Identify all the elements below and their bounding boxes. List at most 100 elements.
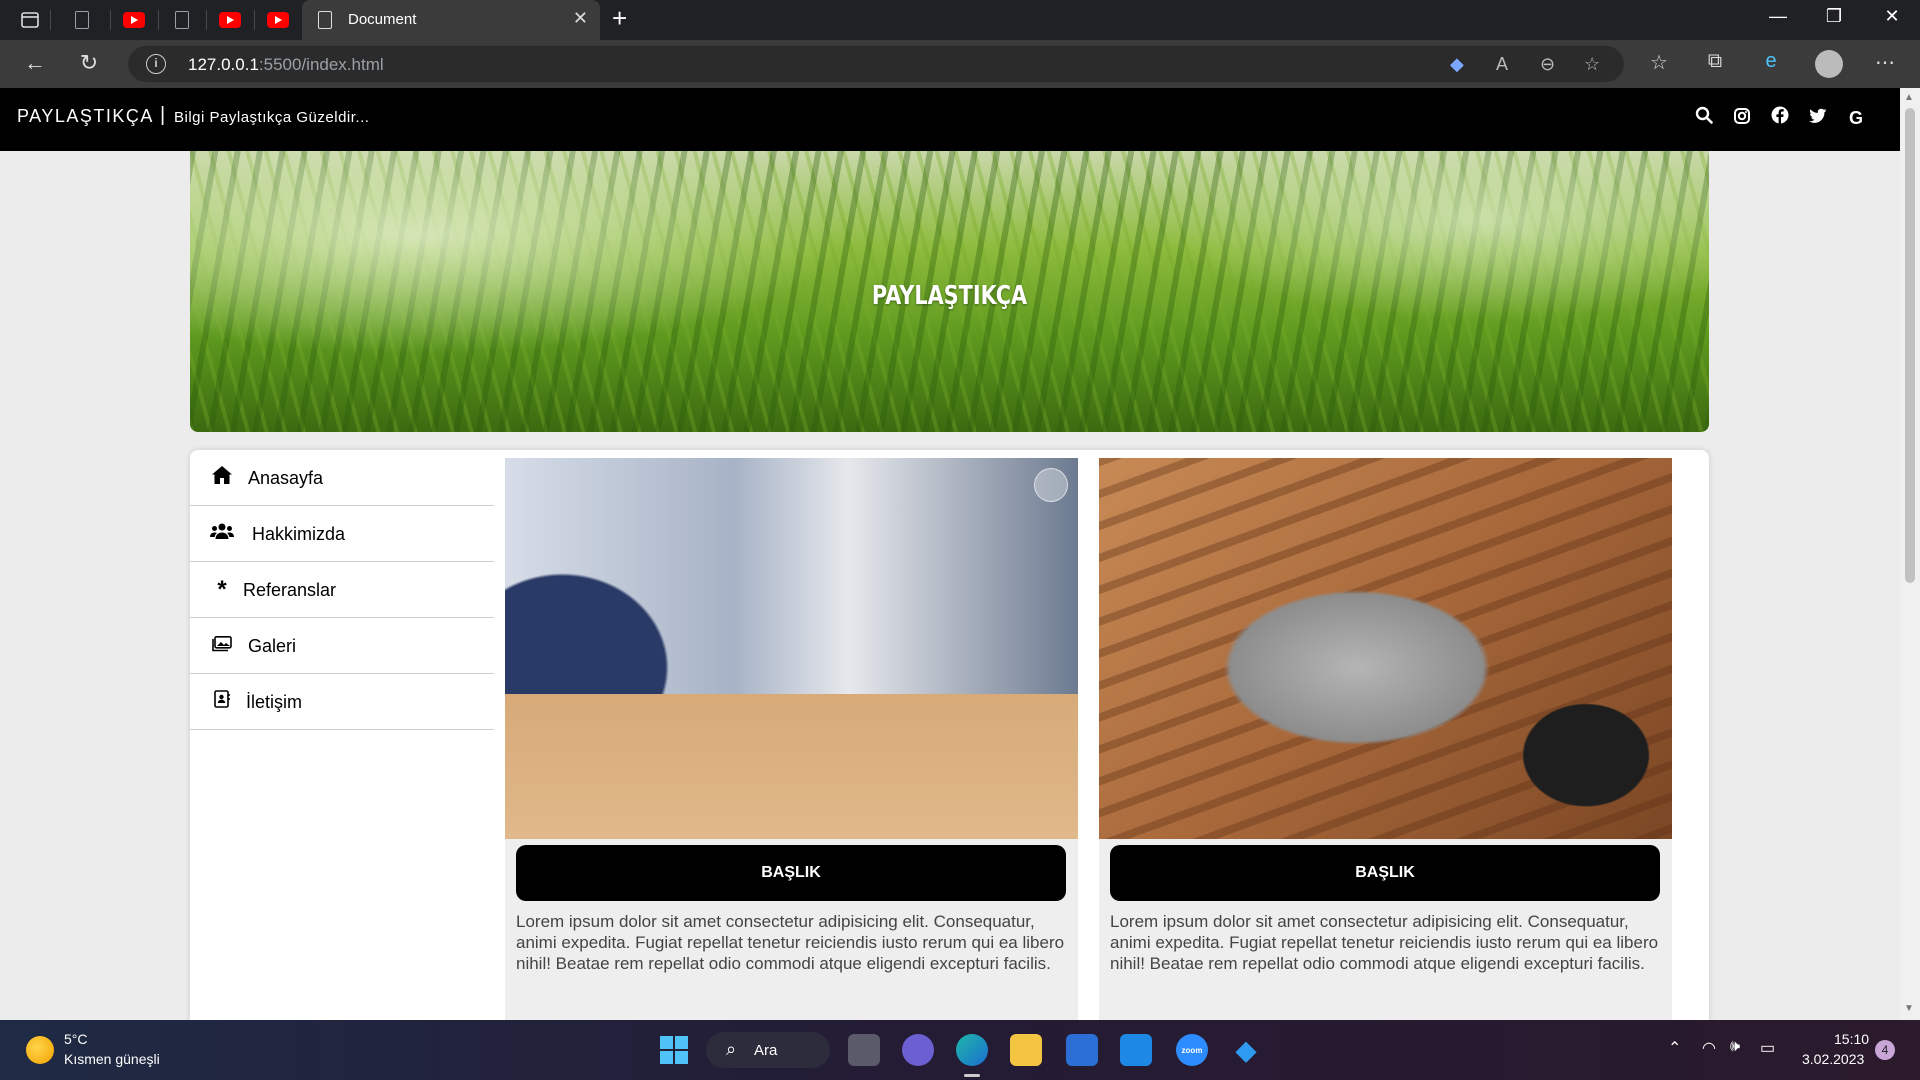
tab-separator (158, 10, 159, 30)
instagram-icon[interactable] (1730, 106, 1754, 130)
shopping-tag-icon[interactable]: ◆ (1450, 54, 1464, 75)
mail-icon[interactable] (1120, 1034, 1152, 1066)
volume-icon[interactable]: 🕪 (1730, 1038, 1740, 1056)
url-bar[interactable]: i 127.0.0.1:5500/index.html ◆ A ⊖ ☆ (128, 46, 1624, 82)
microsoft-store-icon[interactable] (1066, 1034, 1098, 1066)
sidebar-item-iletisim[interactable]: İletişim (190, 674, 494, 730)
content-card: BAŞLIK Lorem ipsum dolor sit amet consec… (1099, 458, 1672, 1020)
hero-title: PAYLAŞTIKÇA (871, 281, 1028, 311)
chevron-up-icon[interactable]: ⌃ (1668, 1038, 1681, 1058)
google-icon[interactable]: G (1844, 106, 1868, 130)
card-text: Lorem ipsum dolor sit amet consectetur a… (1110, 912, 1659, 973)
reload-icon[interactable]: ↻ (74, 50, 104, 76)
tab-favicon-settings-icon[interactable] (70, 8, 94, 32)
taskbar-search-label: Ara (754, 1042, 778, 1059)
facebook-icon[interactable] (1768, 106, 1792, 130)
sidebar-item-label: Referanslar (243, 580, 337, 600)
asterisk-icon: * (217, 576, 227, 603)
tab-separator (110, 10, 111, 30)
tab-title: Document (348, 11, 417, 28)
weather-sun-icon[interactable] (26, 1036, 54, 1064)
site-header: PAYLAŞTIKÇA | Bilgi Paylaştıkça Güzeldir… (0, 88, 1900, 151)
zoom-out-icon[interactable]: ⊖ (1540, 54, 1555, 75)
weather-temperature[interactable]: 5°C (64, 1031, 88, 1047)
scroll-up-icon[interactable]: ▲ (1904, 92, 1914, 103)
site-brand[interactable]: PAYLAŞTIKÇA (17, 106, 154, 127)
add-favorite-icon[interactable]: ☆ (1584, 54, 1600, 75)
scroll-thumb[interactable] (1905, 108, 1915, 583)
tab-youtube-icon[interactable] (266, 8, 290, 32)
address-bar-row: ← ↻ i 127.0.0.1:5500/index.html ◆ A ⊖ ☆ … (0, 40, 1920, 88)
sidebar-item-hakkimizda[interactable]: Hakkimizda (190, 506, 494, 562)
back-arrow-icon[interactable]: ← (20, 50, 50, 76)
main-content: Anasayfa Hakkimizda * Referanslar Galeri (190, 450, 1709, 1020)
hero-banner: PAYLAŞTIKÇA (190, 151, 1709, 432)
twitter-icon[interactable] (1806, 106, 1830, 130)
home-icon (210, 466, 234, 490)
site-tagline: Bilgi Paylaştıkça Güzeldir... (174, 109, 370, 126)
task-view-icon[interactable] (848, 1034, 880, 1066)
windows-taskbar: 5°C Kısmen güneşli ⌕ Ara zoom ◆ ⌃ ◠ 🕪 ▭ … (0, 1020, 1920, 1080)
page-viewport: PAYLAŞTIKÇA | Bilgi Paylaştıkça Güzeldir… (0, 88, 1900, 1020)
zoom-app-icon[interactable]: zoom (1176, 1034, 1208, 1066)
notification-badge[interactable]: 4 (1875, 1040, 1895, 1060)
restore-button[interactable]: ❐ (1814, 6, 1854, 27)
contact-card-icon (210, 690, 234, 714)
tab-separator (206, 10, 207, 30)
tab-separator (254, 10, 255, 30)
brand-separator: | (160, 104, 166, 126)
taskbar-search[interactable]: ⌕ Ara (706, 1032, 830, 1068)
weather-description[interactable]: Kısmen güneşli (64, 1051, 160, 1067)
start-button[interactable] (658, 1034, 690, 1066)
battery-icon[interactable]: ▭ (1760, 1038, 1775, 1058)
wifi-icon[interactable]: ◠ (1702, 1038, 1716, 1058)
sidebar-item-label: İletişim (246, 692, 303, 712)
gallery-icon (210, 634, 234, 658)
sidebar-item-label: Hakkimizda (252, 524, 346, 544)
url-path: :5500/index.html (258, 55, 384, 74)
browser-tab-bar: Document ✕ + — ❐ ✕ (0, 0, 1920, 40)
card-text: Lorem ipsum dolor sit amet consectetur a… (516, 912, 1065, 973)
favorites-icon[interactable]: ☆ (1644, 50, 1674, 75)
page-scrollbar[interactable]: ▲ ▼ (1900, 88, 1920, 1020)
minimize-button[interactable]: — (1758, 6, 1798, 27)
tab-youtube-icon[interactable] (122, 8, 146, 32)
more-menu-icon[interactable]: ⋯ (1870, 50, 1900, 75)
edge-feature-icon[interactable]: e (1756, 50, 1786, 73)
content-card: BAŞLIK Lorem ipsum dolor sit amet consec… (505, 458, 1078, 1020)
card-heading: BAŞLIK (516, 845, 1066, 901)
sidebar-item-anasayfa[interactable]: Anasayfa (190, 450, 494, 506)
vscode-icon[interactable]: ◆ (1230, 1034, 1262, 1066)
chat-icon[interactable] (902, 1034, 934, 1066)
url-host: 127.0.0.1 (188, 55, 259, 74)
site-info-icon[interactable]: i (146, 54, 166, 74)
tab-page-icon[interactable] (170, 8, 194, 32)
clock-time[interactable]: 15:10 (1834, 1031, 1869, 1047)
sidebar-item-label: Anasayfa (248, 468, 324, 488)
close-window-button[interactable]: ✕ (1872, 6, 1912, 27)
search-icon[interactable] (1692, 106, 1716, 130)
read-aloud-icon[interactable]: A (1496, 54, 1508, 75)
active-app-indicator (964, 1074, 980, 1077)
close-icon[interactable]: ✕ (573, 8, 588, 29)
file-explorer-icon[interactable] (1010, 1034, 1042, 1066)
search-icon: ⌕ (726, 1039, 737, 1059)
sidebar-item-label: Galeri (248, 636, 297, 656)
tab-separator (50, 10, 51, 30)
sidebar-item-galeri[interactable]: Galeri (190, 618, 494, 674)
profile-avatar[interactable] (1815, 50, 1843, 78)
sidebar-item-referanslar[interactable]: * Referanslar (190, 562, 494, 618)
scroll-down-icon[interactable]: ▼ (1904, 1003, 1914, 1014)
edge-browser-icon[interactable] (956, 1034, 988, 1066)
tab-actions-icon[interactable] (18, 8, 42, 32)
tab-youtube-icon[interactable] (218, 8, 242, 32)
office-keyboard-image (505, 458, 1078, 839)
collections-icon[interactable]: ⧉ (1700, 50, 1730, 73)
visual-search-icon[interactable] (1034, 468, 1068, 502)
sidebar-menu: Anasayfa Hakkimizda * Referanslar Galeri (190, 450, 494, 730)
clock-date[interactable]: 3.02.2023 (1802, 1051, 1864, 1067)
new-tab-button[interactable]: + (612, 3, 627, 34)
url-text: 127.0.0.1:5500/index.html (188, 55, 384, 75)
users-icon (210, 522, 234, 546)
active-tab[interactable]: Document ✕ (302, 0, 600, 40)
